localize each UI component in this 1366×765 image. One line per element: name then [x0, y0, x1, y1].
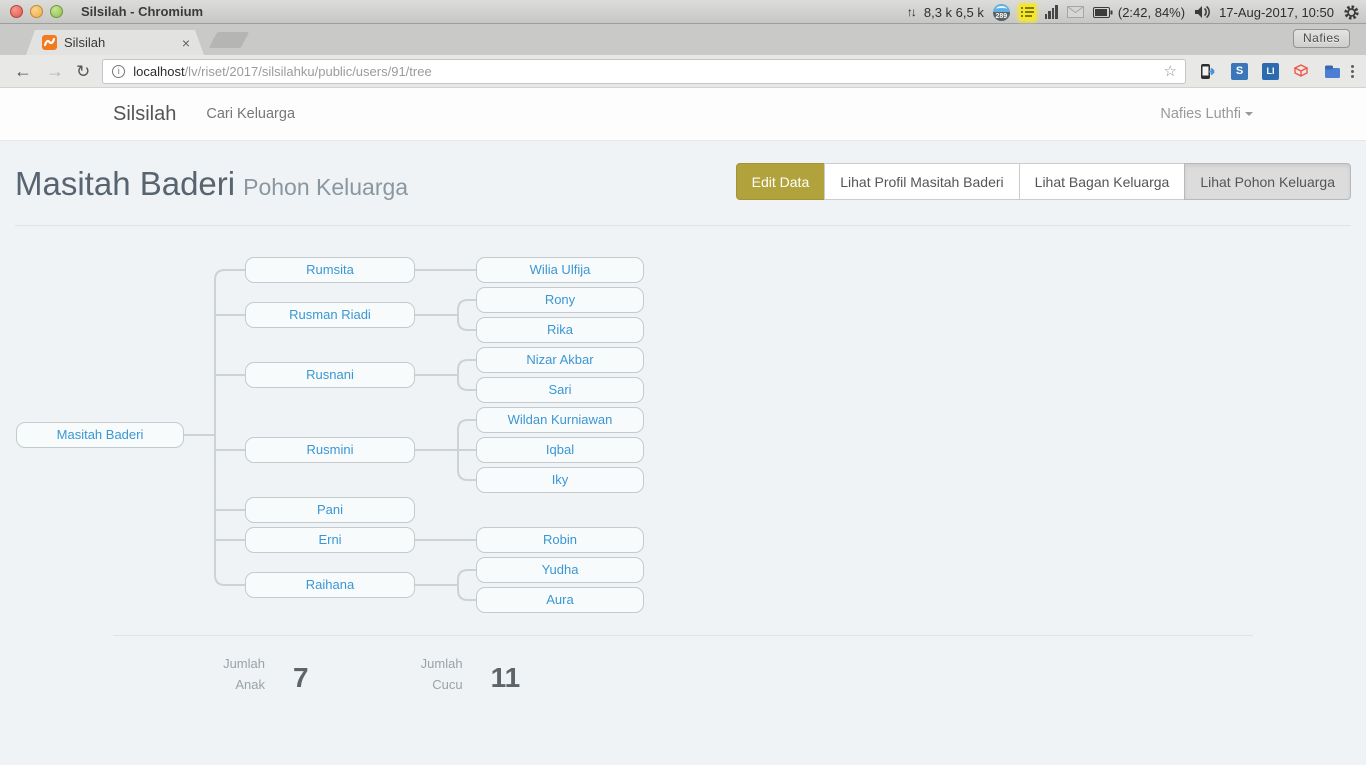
clock-label: 17-Aug-2017, 10:50 [1219, 5, 1334, 20]
tree-node-child[interactable]: Pani [245, 497, 415, 523]
bookmark-star-icon[interactable]: ☆ [1164, 62, 1177, 80]
volume-icon[interactable] [1194, 5, 1210, 19]
user-badge: Nafies [1293, 29, 1350, 48]
stats-divider [113, 635, 1253, 636]
page-info-icon[interactable]: i [112, 65, 125, 78]
li-extension-icon[interactable]: LI [1262, 63, 1279, 80]
tree-node-grandchild[interactable]: Yudha [476, 557, 644, 583]
extension-icons: S LI [1200, 63, 1341, 80]
tree-node-grandchild[interactable]: Wildan Kurniawan [476, 407, 644, 433]
gear-icon[interactable] [1343, 4, 1360, 21]
tree-node-grandchild[interactable]: Rony [476, 287, 644, 313]
tree-node-grandchild[interactable]: Aura [476, 587, 644, 613]
system-panel: Silsilah - Chromium ↑↓ 8,3 k 6,5 k 289 [0, 0, 1366, 24]
url-bar[interactable]: i localhost/lv/riset/2017/silsilahku/pub… [102, 59, 1186, 84]
lihat-profil-button[interactable]: Lihat Profil Masitah Baderi [824, 163, 1019, 200]
push-to-phone-extension-icon[interactable] [1200, 63, 1217, 80]
tab-silsilah[interactable]: Silsilah × [26, 30, 204, 55]
lihat-pohon-button[interactable]: Lihat Pohon Keluarga [1184, 163, 1351, 200]
lihat-bagan-button[interactable]: Lihat Bagan Keluarga [1019, 163, 1186, 200]
network-arrows-icon[interactable]: ↑↓ [907, 5, 915, 19]
page-header: Masitah Baderi Pohon Keluarga Edit Data L… [15, 165, 1351, 210]
tree-node-child[interactable]: Rusman Riadi [245, 302, 415, 328]
reload-button[interactable]: ↻ [76, 63, 90, 80]
tree-node-root[interactable]: Masitah Baderi [16, 422, 184, 448]
screen: Silsilah - Chromium ↑↓ 8,3 k 6,5 k 289 [0, 0, 1366, 765]
page-subtitle: Pohon Keluarga [243, 174, 408, 200]
url-path: /lv/riset/2017/silsilahku/public/users/9… [185, 64, 432, 79]
brand-silsilah[interactable]: Silsilah [113, 103, 176, 126]
tree-node-grandchild[interactable]: Wilia Ulfija [476, 257, 644, 283]
user-dropdown-label: Nafies Luthfi [1160, 106, 1241, 122]
network-rate-label: 8,3 k 6,5 k [924, 5, 984, 20]
indicator-circle-icon[interactable]: 289 [993, 4, 1010, 21]
battery-label: (2:42, 84%) [1118, 5, 1185, 20]
window-controls [10, 5, 63, 18]
action-button-group: Edit Data Lihat Profil Masitah Baderi Li… [736, 163, 1351, 200]
xampp-favicon-icon [42, 35, 57, 50]
window-title: Silsilah - Chromium [81, 4, 203, 19]
browser-menu-icon[interactable] [1351, 65, 1354, 78]
tree-node-child[interactable]: Rusnani [245, 362, 415, 388]
list-indicator-icon[interactable] [1019, 4, 1036, 21]
tree-node-grandchild[interactable]: Iky [476, 467, 644, 493]
new-tab-button[interactable] [209, 32, 250, 48]
chevron-down-icon [1245, 112, 1253, 116]
tab-strip: Silsilah × Nafies [0, 24, 1366, 55]
tree-node-grandchild[interactable]: Nizar Akbar [476, 347, 644, 373]
tree-node-child[interactable]: Rumsita [245, 257, 415, 283]
stat-jumlah-cucu: Jumlah Cucu 11 [401, 654, 521, 696]
page-title: Masitah Baderi [15, 165, 235, 202]
tab-title: Silsilah [64, 35, 182, 50]
tree-node-child[interactable]: Erni [245, 527, 415, 553]
battery-icon[interactable] [1093, 7, 1113, 18]
stat-anak-value: 7 [293, 662, 309, 696]
system-tray: ↑↓ 8,3 k 6,5 k 289 [907, 0, 1360, 24]
tree-node-grandchild[interactable]: Sari [476, 377, 644, 403]
nav-link-cari-keluarga[interactable]: Cari Keluarga [206, 106, 295, 122]
laravel-extension-icon[interactable] [1293, 63, 1310, 80]
blue-box-extension-icon[interactable] [1324, 63, 1341, 80]
stat-anak-label: Jumlah Anak [203, 654, 265, 696]
user-dropdown[interactable]: Nafies Luthfi [1160, 106, 1253, 122]
header-divider [15, 225, 1351, 226]
tree-node-grandchild[interactable]: Iqbal [476, 437, 644, 463]
tree-node-child[interactable]: Rusmini [245, 437, 415, 463]
mail-icon[interactable] [1067, 6, 1084, 18]
family-tree: Masitah Baderi Rumsita Wilia Ulfija Rusman … [15, 248, 1351, 613]
tree-node-child[interactable]: Raihana [245, 572, 415, 598]
url-host: localhost [133, 64, 184, 79]
window-maximize-button[interactable] [50, 5, 63, 18]
indicator-badge: 289 [993, 12, 1010, 21]
back-button[interactable]: ← [14, 62, 32, 80]
edit-data-button[interactable]: Edit Data [736, 163, 826, 200]
window-minimize-button[interactable] [30, 5, 43, 18]
stat-cucu-label: Jumlah Cucu [401, 654, 463, 696]
tab-close-icon[interactable]: × [182, 35, 190, 51]
stylish-extension-icon[interactable]: S [1231, 63, 1248, 80]
browser-toolbar: ← → ↻ i localhost/lv/riset/2017/silsilah… [0, 55, 1366, 88]
tree-node-grandchild[interactable]: Robin [476, 527, 644, 553]
stat-cucu-value: 11 [491, 662, 521, 696]
signal-bars-icon[interactable] [1045, 5, 1058, 19]
forward-button[interactable]: → [46, 62, 64, 80]
stat-jumlah-anak: Jumlah Anak 7 [203, 654, 309, 696]
site-navbar: Silsilah Cari Keluarga Nafies Luthfi [0, 88, 1366, 141]
window-close-button[interactable] [10, 5, 23, 18]
stats-row: Jumlah Anak 7 Jumlah Cucu 11 [113, 654, 1253, 696]
tree-node-grandchild[interactable]: Rika [476, 317, 644, 343]
